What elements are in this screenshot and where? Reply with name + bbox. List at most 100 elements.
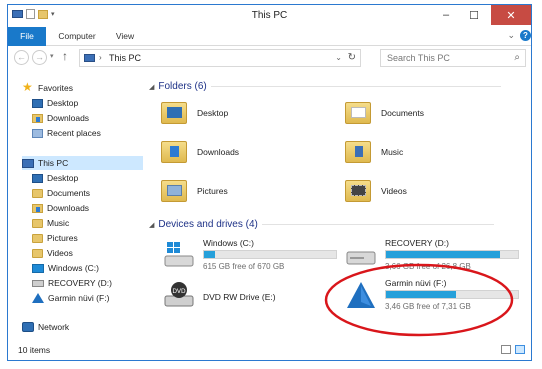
nav-item-label: Recent places [47, 128, 101, 138]
folder-tile-downloads[interactable]: Downloads [161, 141, 239, 163]
ribbon: File Computer View ⌄ ? [8, 27, 531, 46]
devices-group-header[interactable]: ◢ Devices and drives (4) [149, 219, 494, 230]
search-box[interactable]: Search This PC ⌕ [380, 49, 526, 67]
folder-label: Desktop [197, 108, 229, 118]
maximize-button[interactable]: ☐ [461, 5, 487, 25]
downloads-icon [32, 113, 43, 123]
capacity-bar [385, 250, 519, 259]
windows-drive-icon [164, 242, 194, 267]
nav-this-pc[interactable]: This PC [22, 156, 143, 170]
divider [210, 86, 501, 87]
nav-item-label: Pictures [47, 233, 78, 243]
nav-item-label: Documents [47, 188, 90, 198]
nav-item-documents[interactable]: Documents [32, 186, 90, 200]
up-button[interactable]: ↑ [62, 49, 68, 63]
nav-network-label: Network [38, 322, 70, 332]
drive-name: RECOVERY (D:) [385, 238, 449, 248]
tab-view[interactable]: View [108, 27, 142, 46]
nav-item-label: Downloads [47, 203, 90, 213]
pc-icon [22, 158, 34, 168]
nav-item-label: Garmin nüvi (F:) [48, 293, 110, 303]
capacity-bar [203, 250, 337, 259]
folder-tile-desktop[interactable]: Desktop [161, 102, 228, 124]
folder-label: Videos [381, 186, 407, 196]
tab-file[interactable]: File [8, 27, 46, 46]
content-pane: ◢ Folders (6) Desktop Documents Download… [145, 72, 531, 342]
downloads-folder-icon [161, 141, 187, 163]
svg-text:DVD: DVD [172, 288, 186, 295]
folder-tile-documents[interactable]: Documents [345, 102, 424, 124]
search-placeholder[interactable]: Search This PC [387, 53, 450, 63]
folder-tile-videos[interactable]: Videos [345, 180, 407, 202]
expand-ribbon-icon[interactable]: ⌄ [507, 30, 515, 41]
folder-label: Music [381, 147, 404, 157]
status-bar: 10 items [8, 340, 531, 360]
folders-header-label: Folders (6) [158, 81, 207, 92]
nav-item-recovery-d[interactable]: RECOVERY (D:) [32, 276, 112, 290]
nav-item-downloads[interactable]: Downloads [32, 111, 89, 125]
videos-icon [32, 248, 43, 258]
devices-header-label: Devices and drives (4) [158, 219, 258, 230]
nav-item-desktop[interactable]: Desktop [32, 171, 78, 185]
minimize-button[interactable]: ‒ [433, 5, 459, 25]
pc-icon [84, 54, 95, 62]
folder-label: Downloads [197, 147, 240, 157]
nav-item-label: Videos [47, 248, 73, 258]
nav-item-desktop[interactable]: Desktop [32, 96, 78, 110]
network-icon [22, 322, 34, 332]
chevron-right-icon[interactable]: › [99, 53, 102, 62]
capacity-fill [386, 251, 500, 258]
nav-item-windows-c[interactable]: Windows (C:) [32, 261, 99, 275]
star-icon: ★ [22, 80, 33, 94]
explorer-window: ▾ This PC ‒ ☐ ✕ File Computer View ⌄ ? ←… [7, 4, 532, 361]
nav-item-downloads[interactable]: Downloads [32, 201, 89, 215]
folder-label: Pictures [197, 186, 228, 196]
nav-favorites[interactable]: ★ Favorites [22, 81, 73, 95]
desktop-icon [32, 98, 43, 108]
recent-locations-icon[interactable]: ▾ [50, 52, 54, 60]
nav-item-label: Desktop [47, 173, 79, 183]
help-icon[interactable]: ? [520, 30, 531, 41]
back-button[interactable]: ← [14, 50, 29, 65]
search-icon[interactable]: ⌕ [514, 52, 520, 63]
collapse-icon[interactable]: ◢ [149, 221, 154, 229]
nav-item-videos[interactable]: Videos [32, 246, 73, 260]
folder-tile-pictures[interactable]: Pictures [161, 180, 228, 202]
close-button[interactable]: ✕ [491, 5, 531, 25]
collapse-icon[interactable]: ◢ [149, 83, 154, 91]
nav-item-recent-places[interactable]: Recent places [32, 126, 101, 140]
downloads-icon [32, 203, 43, 213]
details-view-icon[interactable] [501, 345, 511, 354]
refresh-icon[interactable]: ↻ [348, 52, 356, 63]
address-dropdown-icon[interactable]: ⌄ [335, 53, 342, 62]
videos-folder-icon [345, 180, 371, 202]
pictures-folder-icon [161, 180, 187, 202]
nav-item-label: Downloads [47, 113, 90, 123]
address-bar[interactable]: › This PC ⌄ ↻ [79, 49, 361, 67]
drive-name: Windows (C:) [203, 238, 255, 248]
address-row: ← → ▾ ↑ › This PC ⌄ ↻ Search This PC ⌕ [8, 46, 531, 70]
folder-label: Documents [381, 108, 424, 118]
forward-button[interactable]: → [32, 50, 47, 65]
nav-item-pictures[interactable]: Pictures [32, 231, 78, 245]
tab-computer[interactable]: Computer [52, 27, 102, 46]
nav-network[interactable]: Network [22, 320, 69, 334]
drive-free-space: 615 GB free of 670 GB [203, 262, 285, 271]
drive-tile-dvd-e[interactable]: DVD DVD RW Drive (E:) [163, 278, 343, 318]
nav-item-music[interactable]: Music [32, 216, 69, 230]
folder-tile-music[interactable]: Music [345, 141, 403, 163]
drive-tile-windows-c[interactable]: Windows (C:) 615 GB free of 670 GB [163, 238, 343, 272]
windows-drive-icon [32, 263, 44, 273]
highlight-circle [324, 263, 514, 337]
nav-this-pc-label: This PC [38, 158, 69, 168]
item-count: 10 items [18, 345, 51, 355]
music-folder-icon [345, 141, 371, 163]
documents-folder-icon [345, 102, 371, 124]
recent-places-icon [32, 128, 43, 138]
desktop-folder-icon [161, 102, 187, 124]
large-icons-view-icon[interactable] [515, 345, 525, 354]
drive-icon [32, 279, 44, 287]
nav-item-garmin-f[interactable]: Garmin nüvi (F:) [32, 291, 109, 305]
address-path[interactable]: This PC [109, 53, 141, 63]
folders-group-header[interactable]: ◢ Folders (6) [149, 81, 501, 92]
